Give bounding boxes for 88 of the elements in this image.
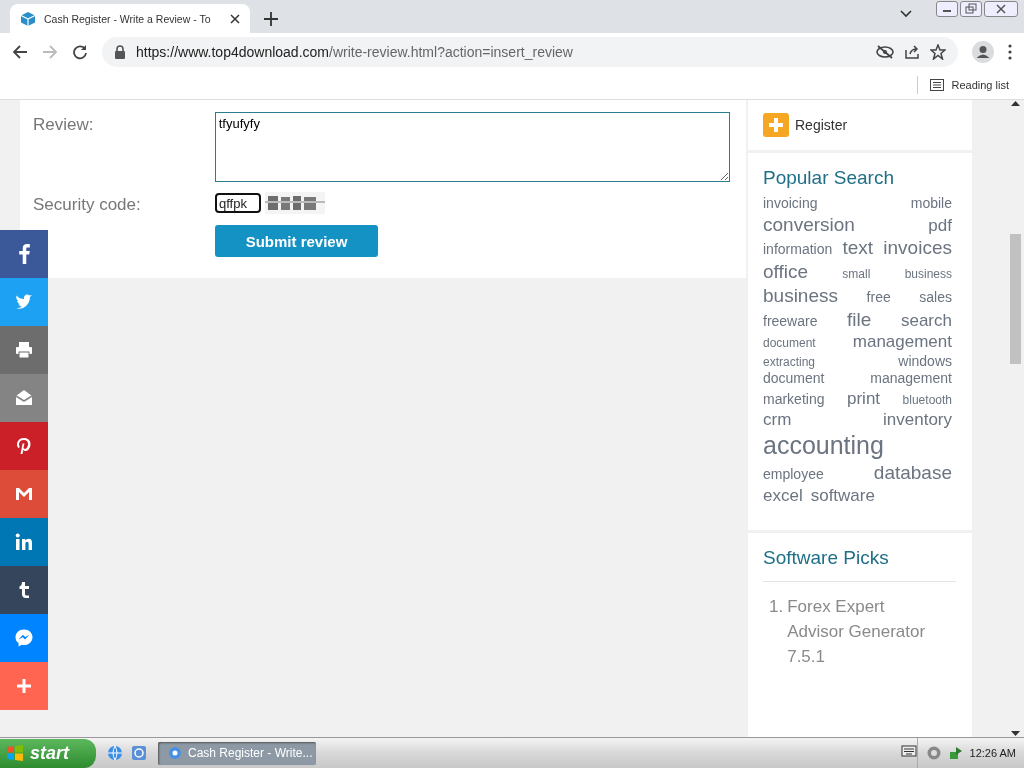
- tag-link[interactable]: office: [763, 260, 809, 284]
- taskbar-window-button[interactable]: Cash Register - Write...: [158, 741, 316, 765]
- tag-link[interactable]: accounting: [763, 430, 884, 462]
- tag-link[interactable]: pdf: [928, 214, 952, 236]
- start-button[interactable]: start: [0, 738, 96, 768]
- reading-list-button[interactable]: Reading list: [929, 78, 1009, 91]
- tag-link[interactable]: conversion: [763, 212, 855, 237]
- tag-link[interactable]: free: [866, 288, 891, 307]
- share-button[interactable]: [0, 566, 48, 614]
- pick-link[interactable]: Forex Expert Advisor Generator 7.5.1: [787, 594, 938, 670]
- tag-link[interactable]: windows: [898, 352, 952, 370]
- tag-link[interactable]: sales: [919, 288, 952, 307]
- tag-link[interactable]: inventory: [883, 408, 952, 430]
- back-icon[interactable]: [12, 43, 28, 60]
- url-text: https://www.top4download.com/write-review.html?action=insert_review: [136, 43, 574, 60]
- facebook-icon: [18, 244, 30, 264]
- down-arrow-icon[interactable]: [1011, 731, 1020, 737]
- close-icon[interactable]: [984, 1, 1018, 17]
- plus-icon: [14, 676, 34, 696]
- list-icon: [929, 78, 944, 91]
- tab-title: Cash Register - Write a Review - To: [44, 12, 212, 25]
- menu-icon[interactable]: [1008, 43, 1012, 60]
- up-arrow-icon[interactable]: [1011, 100, 1020, 106]
- share-button[interactable]: [0, 326, 48, 374]
- envelope-icon: [14, 388, 34, 408]
- tag-link[interactable]: print: [847, 387, 881, 409]
- keyboard-icon[interactable]: [900, 744, 917, 758]
- messenger-icon: [14, 628, 34, 648]
- tag-link[interactable]: text: [842, 236, 874, 260]
- tag-link[interactable]: information: [763, 241, 833, 259]
- share-button[interactable]: [0, 422, 48, 470]
- tag-link[interactable]: database: [873, 461, 952, 485]
- section-heading: Software Picks: [763, 547, 956, 583]
- close-icon[interactable]: [230, 13, 240, 24]
- review-field[interactable]: tfyufyfy: [214, 112, 730, 182]
- window-icon[interactable]: [130, 744, 148, 762]
- chevron-down-icon[interactable]: [900, 10, 912, 18]
- browser-tab[interactable]: Cash Register - Write a Review - To: [10, 4, 250, 33]
- profile-icon[interactable]: [972, 40, 994, 63]
- tag-link[interactable]: bluetooth: [902, 392, 952, 408]
- globe-icon: [168, 746, 182, 760]
- bird-icon: [14, 292, 34, 312]
- tag-link[interactable]: search: [900, 309, 952, 331]
- tag-link[interactable]: excel: [763, 485, 803, 507]
- restore-icon[interactable]: [960, 1, 982, 17]
- clock: 12:26 AM: [969, 747, 1016, 759]
- print-icon: [14, 340, 34, 360]
- windows-logo-icon: [6, 744, 24, 762]
- tag-link[interactable]: document: [763, 370, 825, 388]
- tag-link[interactable]: small: [842, 267, 871, 282]
- scrollbar-thumb[interactable]: [1010, 234, 1021, 364]
- tag-link[interactable]: management: [852, 331, 952, 353]
- globe-icon[interactable]: [106, 744, 124, 762]
- minimize-icon[interactable]: [936, 1, 958, 17]
- linkedin-icon: [14, 532, 34, 552]
- tag-link[interactable]: business: [904, 267, 952, 282]
- eye-slash-icon[interactable]: [876, 44, 894, 59]
- tag-link[interactable]: crm: [763, 408, 792, 430]
- lock-icon: [114, 44, 126, 59]
- tag-link[interactable]: extracting: [763, 354, 816, 370]
- share-icon[interactable]: [904, 43, 920, 60]
- share-button[interactable]: [0, 518, 48, 566]
- tag-link[interactable]: invoices: [883, 236, 952, 260]
- list-number: 1.: [769, 596, 784, 619]
- tag-link[interactable]: file: [847, 307, 872, 332]
- submit-button[interactable]: Submit review: [215, 225, 378, 257]
- tag-link[interactable]: freeware: [763, 312, 818, 330]
- new-tab-icon[interactable]: [264, 12, 278, 26]
- field-label: Review:: [33, 114, 95, 135]
- tag-link[interactable]: mobile: [910, 195, 952, 213]
- share-button[interactable]: [0, 230, 48, 278]
- tag-link[interactable]: software: [810, 485, 875, 507]
- tag-link[interactable]: marketing: [763, 390, 825, 408]
- address-bar[interactable]: https://www.top4download.com/write-review.html?action=insert_review: [102, 36, 958, 67]
- tag-link[interactable]: business: [763, 283, 838, 308]
- share-button[interactable]: [0, 470, 48, 518]
- field-label: Security code:: [33, 194, 142, 215]
- tag-link[interactable]: document: [763, 336, 816, 352]
- scrollbar[interactable]: [1007, 100, 1024, 737]
- tag-link[interactable]: invoicing: [763, 195, 818, 213]
- tag-link[interactable]: employee: [763, 466, 824, 484]
- cube-icon: [20, 10, 36, 27]
- tag-link[interactable]: management: [870, 370, 952, 388]
- star-icon[interactable]: [930, 43, 946, 60]
- reload-icon[interactable]: [72, 43, 88, 60]
- security-code-field[interactable]: qffpk: [215, 193, 261, 213]
- section-heading: Popular Search: [763, 167, 895, 189]
- register-link[interactable]: Register: [795, 117, 848, 133]
